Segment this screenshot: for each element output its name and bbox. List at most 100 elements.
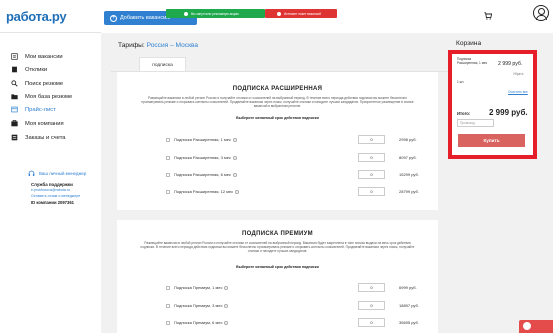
sidebar-item-label: Отклики [25, 66, 48, 73]
cart-icon[interactable] [484, 12, 492, 20]
panel-description: Размещайте вакансии в любой регион Росси… [140, 241, 415, 254]
cart-heading: Корзина [456, 40, 482, 47]
sidebar-item-label: Моя компания [25, 120, 64, 127]
promo-code-field[interactable]: Промокод [457, 119, 494, 127]
info-icon[interactable] [224, 285, 229, 290]
headset-icon [28, 170, 35, 176]
row-label-text: Подписка Премиум, 1 мес [174, 285, 223, 290]
cart-item-quantity: 1 шт. [457, 80, 465, 84]
sidebar-item-resume-search[interactable]: Поиск резюме [0, 77, 101, 90]
sidebar-item-price-list[interactable]: Прайс-лист [0, 103, 101, 116]
info-icon[interactable] [224, 303, 229, 308]
info-icon[interactable] [232, 137, 237, 142]
sidebar-item-responses[interactable]: Отклики [0, 63, 101, 76]
row-label: Подписка Расширенная, 6 мес [174, 172, 237, 177]
sidebar-item-vacancies[interactable]: Мои вакансии [0, 50, 101, 63]
support-title: Служба поддержки [31, 182, 73, 187]
user-avatar-icon[interactable] [533, 5, 549, 21]
row-price: 15299 руб. [399, 172, 419, 177]
cart-item-remove-link[interactable]: Убрать [513, 72, 523, 76]
quantity-input[interactable]: 0 [358, 301, 385, 310]
company-id: ID компании 2097361 [31, 200, 74, 205]
cart-total: 2 999 руб. [489, 108, 528, 117]
subscription-row[interactable]: Подписка Премиум, 3 мес 0 18897 руб. [117, 301, 438, 311]
subscription-row[interactable]: Подписка Расширенная, 12 мес 0 28799 руб… [117, 187, 438, 197]
row-label-text: Подписка Расширенная, 3 мес [174, 155, 231, 160]
info-icon[interactable] [224, 320, 229, 325]
panel-description: Размещайте вакансии в любой регион Росси… [141, 96, 414, 109]
subscription-extended-panel: ПОДПИСКА РАСШИРЕННАЯ Размещайте вакансии… [117, 72, 438, 210]
info-icon[interactable] [232, 172, 237, 177]
row-label: Подписка Расширенная, 3 мес [174, 155, 237, 160]
personal-manager-link[interactable]: Ваш личный менеджер [28, 170, 86, 177]
row-label: Подписка Расширенная, 1 мес [174, 137, 237, 142]
subscription-row[interactable]: Подписка Премиум, 6 мес 0 35695 руб. [117, 318, 438, 328]
sidebar-item-label: Мои вакансии [25, 53, 63, 60]
row-label-text: Подписка Расширенная, 6 мес [174, 172, 231, 177]
row-checkbox[interactable] [166, 321, 170, 325]
promo-notice-banner[interactable]: Вы запустили рекламную акцию [166, 9, 265, 18]
row-price: 35695 руб. [399, 320, 419, 325]
quantity-input[interactable]: 0 [358, 153, 385, 162]
manager-feedback-link[interactable]: Оставить отзыв о менеджере [31, 194, 80, 198]
row-label-text: Подписка Расширенная, 12 мес [174, 189, 234, 194]
panel-title: ПОДПИСКА ПРЕМИУМ [242, 231, 313, 237]
panel-choose-text: Выберите желаемый срок действия подписки [236, 265, 319, 269]
quantity-input[interactable]: 0 [358, 187, 385, 196]
document-icon [11, 53, 18, 60]
cart-item-name: Подписка Расширенная, 1 мес [457, 57, 488, 65]
chat-widget-button[interactable] [519, 320, 553, 333]
row-checkbox[interactable] [166, 138, 170, 142]
sidebar-item-orders[interactable]: Заказы и счета [0, 131, 101, 144]
row-label: Подписка Премиум, 3 мес [174, 303, 229, 308]
sidebar-item-label: Заказы и счета [25, 134, 66, 141]
plus-icon: + [110, 14, 117, 22]
subscription-row[interactable]: Подписка Расширенная, 1 мес 0 2998 руб. [117, 135, 438, 145]
row-checkbox[interactable] [166, 173, 170, 177]
cart-item-price: 2 999 руб. [498, 61, 523, 67]
row-checkbox[interactable] [166, 286, 170, 290]
sidebar-item-label: Моя база резюме [25, 93, 73, 100]
row-price: 8097 руб. [399, 155, 417, 160]
row-checkbox[interactable] [166, 156, 170, 160]
quantity-input[interactable]: 0 [358, 283, 385, 292]
quantity-input[interactable]: 0 [358, 318, 385, 327]
quantity-input[interactable]: 0 [358, 170, 385, 179]
region-selector-link[interactable]: Россия – Москва [147, 42, 198, 49]
folder-icon [11, 94, 18, 100]
info-icon[interactable] [232, 155, 237, 160]
inbox-icon [12, 66, 17, 73]
sidebar-item-resume-base[interactable]: Моя база резюме [0, 90, 101, 103]
row-label-text: Подписка Премиум, 6 мес [174, 320, 223, 325]
row-price: 28799 руб. [399, 189, 419, 194]
row-price: 6999 руб. [399, 285, 417, 290]
row-checkbox[interactable] [166, 190, 170, 194]
personal-manager-label: Ваш личный менеджер [39, 171, 87, 176]
page-title: Тарифы: Россия – Москва [118, 42, 198, 49]
panel-choose-text: Выберите желаемый срок действия подписки [236, 116, 319, 120]
row-label-text: Подписка Премиум, 3 мес [174, 303, 223, 308]
subscription-premium-panel: ПОДПИСКА ПРЕМИУМ Размещайте вакансии в л… [117, 220, 438, 333]
row-checkbox[interactable] [166, 304, 170, 308]
sidebar-item-company[interactable]: Моя компания [0, 117, 101, 130]
add-vacancy-label: Добавить вакансию [120, 15, 171, 21]
sidebar-item-label: Прайс-лист [25, 106, 56, 113]
green-banner-text: Вы запустили рекламную акцию [191, 11, 239, 16]
warning-notice-banner[interactable]: Истекает пакет вакансий [265, 9, 337, 18]
buy-button[interactable]: Купить [458, 134, 525, 147]
subscription-row[interactable]: Подписка Премиум, 1 мес 0 6999 руб. [117, 283, 438, 293]
page-title-prefix: Тарифы: [118, 42, 145, 49]
row-price: 2998 руб. [399, 137, 417, 142]
row-label-text: Подписка Расширенная, 1 мес [174, 137, 231, 142]
subscription-row[interactable]: Подписка Расширенная, 3 мес 0 8097 руб. [117, 153, 438, 163]
warning-dot-icon [277, 11, 281, 16]
cart-total-label: Итого: [457, 111, 471, 116]
subscription-row[interactable]: Подписка Расширенная, 6 мес 0 15299 руб. [117, 170, 438, 180]
support-email-link[interactable]: e.prokhorova@rabota.ru [31, 188, 70, 192]
tab-subscription[interactable]: подписка [139, 57, 186, 72]
quantity-input[interactable]: 0 [358, 135, 385, 144]
info-icon[interactable] [235, 189, 240, 194]
cart-clear-link[interactable]: Очистить все [508, 90, 528, 94]
notice-dot-icon [184, 11, 188, 16]
site-logo[interactable]: работа.ру [6, 9, 67, 24]
